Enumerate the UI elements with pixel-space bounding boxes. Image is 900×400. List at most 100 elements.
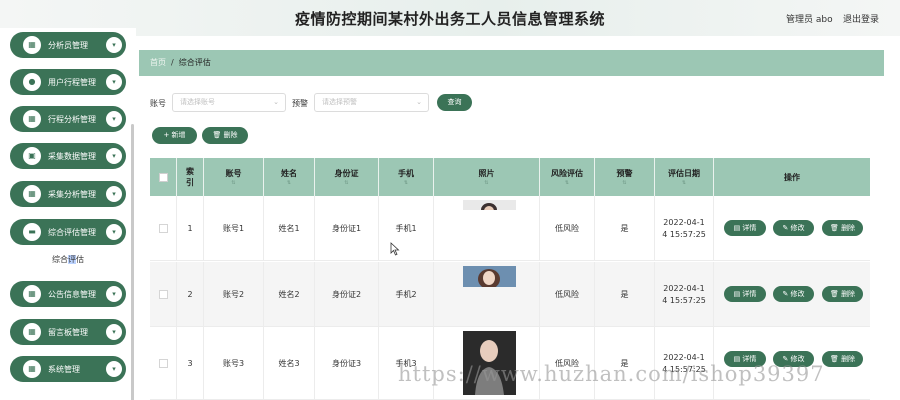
sidebar-item-label: 综合评估管理 <box>48 227 96 237</box>
sidebar-item-analyst[interactable]: ▦ 分析员管理 ▾ <box>10 32 126 58</box>
cell-name: 姓名1 <box>264 196 315 261</box>
pencil-icon: ✎ <box>782 224 789 232</box>
cell-date: 2022-04-1 4 15:57:25 <box>655 196 714 261</box>
account-select-placeholder: 请选择账号 <box>180 98 215 106</box>
chevron-down-icon: ▾ <box>106 286 122 302</box>
row-select[interactable] <box>150 262 177 327</box>
sidebar-item-system[interactable]: ▦ 系统管理 ▾ <box>10 356 126 382</box>
grid-icon: ▦ <box>23 360 41 378</box>
sidebar-item-label: 留言板管理 <box>48 327 88 337</box>
cell-risk: 低风险 <box>540 262 595 327</box>
breadcrumb-separator: / <box>171 58 174 67</box>
sidebar-item-label: 采集数据管理 <box>48 151 96 161</box>
sidebar-item-collect-data[interactable]: ▣ 采集数据管理 ▾ <box>10 143 126 169</box>
submenu-item-assessment[interactable]: 综合评估 <box>10 252 126 268</box>
cell-photo <box>434 262 540 327</box>
sidebar-item-notice[interactable]: ▦ 公告信息管理 ▾ <box>10 281 126 307</box>
sidebar-item-label: 行程分析管理 <box>48 114 96 124</box>
alert-select-placeholder: 请选择预警 <box>322 98 357 106</box>
cell-index: 1 <box>177 196 204 261</box>
breadcrumb-current: 综合评估 <box>178 58 211 67</box>
header-alert[interactable]: 预警 ⇅ <box>595 158 655 196</box>
grid-icon: ▦ <box>23 285 41 303</box>
header-photo[interactable]: 照片 ⇅ <box>434 158 540 196</box>
mouse-cursor-icon <box>390 242 400 256</box>
edit-button[interactable]: ✎ 修改 <box>773 220 814 236</box>
avatar-photo <box>463 200 516 210</box>
sidebar-item-collect-analysis[interactable]: ▦ 采集分析管理 ▾ <box>10 181 126 207</box>
pencil-icon: ✎ <box>782 290 789 298</box>
row-checkbox[interactable] <box>158 359 168 368</box>
cell-alert: 是 <box>595 196 655 261</box>
cell-index: 3 <box>177 327 204 400</box>
edit-button[interactable]: ✎ 修改 <box>773 286 814 302</box>
row-select[interactable] <box>150 327 177 400</box>
chevron-down-icon: ▾ <box>106 186 122 202</box>
chevron-down-icon: ▾ <box>106 111 122 127</box>
delete-button[interactable]: 🗑︎ 删除 <box>822 286 863 302</box>
cell-phone: 手机2 <box>379 262 434 327</box>
app-title: 疫情防控期间某村外出务工人员信息管理系统 <box>294 10 605 28</box>
add-button[interactable]: + 新增 <box>152 127 197 144</box>
detail-button[interactable]: ▤ 详情 <box>724 286 766 302</box>
watermark: https://www.huzhan.com/ishop39397 <box>398 362 825 386</box>
batch-delete-button[interactable]: 🗑︎ 删除 <box>202 127 248 144</box>
sidebar-item-label: 采集分析管理 <box>48 189 96 199</box>
account-select[interactable]: 请选择账号 ⌄ <box>172 93 286 112</box>
cell-date: 2022-04-1 4 15:57:25 <box>655 262 714 327</box>
avatar-photo <box>463 266 516 287</box>
header-risk[interactable]: 风险评估 ⇅ <box>540 158 595 196</box>
trash-icon: 🗑︎ <box>829 290 839 298</box>
header-name[interactable]: 姓名 ⇅ <box>264 158 315 196</box>
cell-ops: ▤ 详情 ✎ 修改 🗑︎ 删除 <box>714 196 870 261</box>
header-index: 索引 <box>177 158 204 196</box>
account-label: 账号 <box>150 99 166 108</box>
grid-icon: ▦ <box>23 185 41 203</box>
delete-button[interactable]: 🗑︎ 删除 <box>822 351 863 367</box>
cell-alert: 是 <box>595 262 655 327</box>
select-all-checkbox[interactable] <box>158 172 168 182</box>
cell-id-card: 身份证1 <box>315 196 379 261</box>
user-info[interactable]: 管理员 abo <box>786 12 833 25</box>
cell-name: 姓名2 <box>264 262 315 327</box>
header-select-all[interactable] <box>150 158 177 196</box>
sidebar-scrollbar[interactable] <box>131 124 134 400</box>
table-row: 1 账号1 姓名1 身份证1 手机1 低风险 是 2022-04-1 4 15:5… <box>150 196 870 261</box>
cell-index: 2 <box>177 262 204 327</box>
header-ops: 操作 <box>784 172 800 182</box>
chevron-down-icon: ⌄ <box>273 98 279 106</box>
delete-button[interactable]: 🗑︎ 删除 <box>822 220 863 236</box>
chevron-down-icon: ▾ <box>106 37 122 53</box>
document-icon: ▤ <box>733 290 741 298</box>
cell-account: 账号1 <box>204 196 264 261</box>
logout-link[interactable]: 退出登录 <box>843 12 879 25</box>
chevron-down-icon: ▾ <box>106 361 122 377</box>
sidebar-item-assessment[interactable]: ▬ 综合评估管理 ▾ <box>10 219 126 245</box>
row-checkbox[interactable] <box>158 224 168 233</box>
alert-select[interactable]: 请选择预警 ⌄ <box>314 93 429 112</box>
chevron-down-icon: ▾ <box>106 74 122 90</box>
breadcrumb-home[interactable]: 首页 <box>150 58 166 67</box>
query-button[interactable]: 查询 <box>437 94 472 111</box>
row-select[interactable] <box>150 196 177 261</box>
user-icon: ● <box>23 73 41 91</box>
cell-risk: 低风险 <box>540 196 595 261</box>
cell-name: 姓名3 <box>264 327 315 400</box>
header-date[interactable]: 评估日期 ⇅ <box>655 158 714 196</box>
sidebar-item-user-trip[interactable]: ● 用户行程管理 ▾ <box>10 69 126 95</box>
cell-account: 账号2 <box>204 262 264 327</box>
checklist-icon: ▣ <box>23 147 41 165</box>
sidebar-item-message-board[interactable]: ▦ 留言板管理 ▾ <box>10 319 126 345</box>
sidebar-item-trip-analysis[interactable]: ▦ 行程分析管理 ▾ <box>10 106 126 132</box>
grid-icon: ▦ <box>23 323 41 341</box>
header-id-card[interactable]: 身份证 ⇅ <box>315 158 379 196</box>
monitor-icon: ▬ <box>23 223 41 241</box>
cell-id-card: 身份证2 <box>315 262 379 327</box>
row-checkbox[interactable] <box>158 290 168 299</box>
header-phone[interactable]: 手机 ⇅ <box>379 158 434 196</box>
breadcrumb: 首页 / 综合评估 <box>139 50 884 76</box>
detail-button[interactable]: ▤ 详情 <box>724 220 766 236</box>
cell-id-card: 身份证3 <box>315 327 379 400</box>
header-account[interactable]: 账号 ⇅ <box>204 158 264 196</box>
document-icon: ▤ <box>733 224 741 232</box>
